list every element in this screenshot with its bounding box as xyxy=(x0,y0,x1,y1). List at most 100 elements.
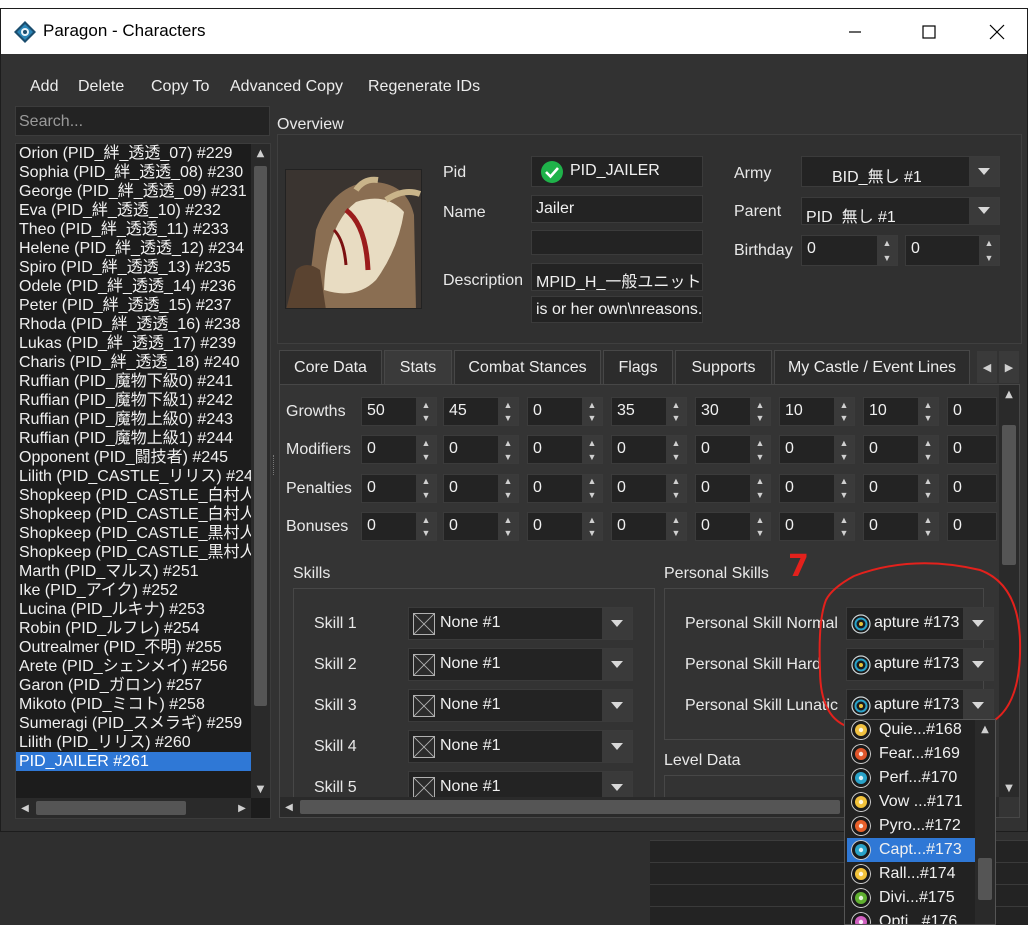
spin-down-icon[interactable]: ▼ xyxy=(416,412,436,426)
spin-up-icon[interactable]: ▲ xyxy=(498,436,518,450)
spin-down-icon[interactable]: ▼ xyxy=(498,450,518,464)
spin-down-icon[interactable]: ▼ xyxy=(834,488,854,502)
character-list-item[interactable]: Ruffian (PID_魔物上級0) #243 xyxy=(16,410,251,429)
skill-select[interactable]: None #1 xyxy=(408,607,633,640)
personal-skill-dropdown-list[interactable]: Quie...#168 Fear...#169 Perf...#170 Vow ...… xyxy=(844,719,996,925)
spin-up-icon[interactable]: ▲ xyxy=(834,513,854,527)
spin-up-icon[interactable]: ▲ xyxy=(877,236,897,251)
character-list-item[interactable]: Ruffian (PID_魔物下級0) #241 xyxy=(16,372,251,391)
spin-down-icon[interactable]: ▼ xyxy=(582,488,602,502)
dropdown-option[interactable]: Fear...#169 xyxy=(847,742,975,766)
spin-down-icon[interactable]: ▼ xyxy=(834,450,854,464)
title-bar[interactable]: Paragon - Characters xyxy=(1,9,1027,54)
spin-down-icon[interactable]: ▼ xyxy=(750,412,770,426)
character-list-item[interactable]: Orion (PID_絆_透透_07) #229 xyxy=(16,144,251,163)
spin-down-icon[interactable]: ▼ xyxy=(416,450,436,464)
spin-down-icon[interactable]: ▼ xyxy=(834,526,854,540)
spin-down-icon[interactable]: ▼ xyxy=(750,526,770,540)
dropdown-option[interactable]: Quie...#168 xyxy=(847,720,975,742)
delete-button[interactable]: Delete xyxy=(78,78,124,96)
dropdown-vscroll[interactable]: ▲ xyxy=(975,720,995,924)
skill-select[interactable]: None #1 xyxy=(408,689,633,722)
stat-spinbox[interactable]: 0 ▲ ▼ xyxy=(863,473,939,503)
character-list-item[interactable]: Helene (PID_絆_透透_12) #234 xyxy=(16,239,251,258)
spin-up-icon[interactable]: ▲ xyxy=(666,513,686,527)
chevron-down-icon[interactable] xyxy=(602,731,632,762)
spin-down-icon[interactable]: ▼ xyxy=(666,412,686,426)
character-list-item[interactable]: Lilith (PID_CASTLE_リリス) #246 xyxy=(16,467,251,486)
spin-up-icon[interactable]: ▲ xyxy=(666,398,686,412)
character-list-item[interactable]: Odele (PID_絆_透透_14) #236 xyxy=(16,277,251,296)
character-list-item[interactable]: Peter (PID_絆_透透_15) #237 xyxy=(16,296,251,315)
character-list-item[interactable]: Arete (PID_シェンメイ) #256 xyxy=(16,657,251,676)
spin-down-icon[interactable]: ▼ xyxy=(498,488,518,502)
spin-up-icon[interactable]: ▲ xyxy=(834,398,854,412)
tab-scroll-right-icon[interactable]: ▶ xyxy=(999,351,1019,383)
character-list-item[interactable]: Lilith (PID_リリス) #260 xyxy=(16,733,251,752)
spin-up-icon[interactable]: ▲ xyxy=(918,398,938,412)
description-field[interactable]: MPID_H_一般ユニット xyxy=(531,263,703,291)
character-list-item[interactable]: Rhoda (PID_絆_透透_16) #238 xyxy=(16,315,251,334)
scroll-left-arrow-icon[interactable]: ◀ xyxy=(16,798,34,818)
stat-spinbox[interactable]: 0 ▲ ▼ xyxy=(361,511,437,541)
scroll-right-arrow-icon[interactable]: ▶ xyxy=(233,798,251,818)
spin-up-icon[interactable]: ▲ xyxy=(918,513,938,527)
spin-up-icon[interactable]: ▲ xyxy=(666,436,686,450)
character-list-item[interactable]: PID_JAILER #261 xyxy=(16,752,251,771)
dropdown-option[interactable]: Capt...#173 xyxy=(847,838,975,862)
character-list-item[interactable]: Marth (PID_マルス) #251 xyxy=(16,562,251,581)
spin-up-icon[interactable]: ▲ xyxy=(498,513,518,527)
character-list-item[interactable]: Lukas (PID_絆_透透_17) #239 xyxy=(16,334,251,353)
hscroll-thumb[interactable] xyxy=(36,801,186,815)
add-button[interactable]: Add xyxy=(30,78,58,96)
dropdown-option[interactable]: Divi...#175 xyxy=(847,886,975,910)
character-list-item[interactable]: Outrealmer (PID_不明) #255 xyxy=(16,638,251,657)
stat-spinbox[interactable]: 0 ▲ ▼ xyxy=(695,511,771,541)
stat-spinbox[interactable]: 0 ▲ ▼ xyxy=(779,511,855,541)
character-list-item[interactable]: Ruffian (PID_魔物上級1) #244 xyxy=(16,429,251,448)
tab-stats[interactable]: Stats xyxy=(384,350,452,384)
spin-down-icon[interactable]: ▼ xyxy=(666,450,686,464)
stat-spinbox[interactable]: 0 ▲ ▼ xyxy=(863,435,939,465)
dropdown-option[interactable]: Perf...#170 xyxy=(847,766,975,790)
character-list-item[interactable]: Sophia (PID_絆_透透_08) #230 xyxy=(16,163,251,182)
character-list-item[interactable]: Mikoto (PID_ミコト) #258 xyxy=(16,695,251,714)
minimize-button[interactable] xyxy=(821,9,889,54)
character-list-item[interactable]: Theo (PID_絆_透透_11) #233 xyxy=(16,220,251,239)
stat-spinbox[interactable]: 0 xyxy=(947,473,997,503)
dropdown-option[interactable]: Pyro...#172 xyxy=(847,814,975,838)
spin-down-icon[interactable]: ▼ xyxy=(498,526,518,540)
scroll-left-arrow-icon[interactable]: ◀ xyxy=(280,797,298,817)
spin-up-icon[interactable]: ▲ xyxy=(979,236,999,251)
character-list-item[interactable]: Opponent (PID_闘技者) #245 xyxy=(16,448,251,467)
scroll-up-arrow-icon[interactable]: ▲ xyxy=(999,385,1019,403)
character-list-item[interactable]: Shopkeep (PID_CASTLE_黒村人 xyxy=(16,543,251,562)
stat-spinbox[interactable]: 0 xyxy=(947,511,997,541)
spin-down-icon[interactable]: ▼ xyxy=(877,251,897,266)
spin-down-icon[interactable]: ▼ xyxy=(918,450,938,464)
spin-up-icon[interactable]: ▲ xyxy=(918,475,938,489)
skill-select[interactable]: None #1 xyxy=(408,648,633,681)
spin-up-icon[interactable]: ▲ xyxy=(750,436,770,450)
stat-spinbox[interactable]: 0 ▲ ▼ xyxy=(695,435,771,465)
tab-flags[interactable]: Flags xyxy=(603,350,673,384)
close-button[interactable] xyxy=(963,9,1028,54)
scroll-thumb[interactable] xyxy=(978,858,992,900)
spin-up-icon[interactable]: ▲ xyxy=(750,398,770,412)
stat-spinbox[interactable]: 0 ▲ ▼ xyxy=(527,473,603,503)
tab-core-data[interactable]: Core Data xyxy=(279,350,382,384)
stat-spinbox[interactable]: 0 ▲ ▼ xyxy=(611,435,687,465)
stat-spinbox[interactable]: 0 xyxy=(947,435,997,465)
chevron-down-icon[interactable] xyxy=(602,649,632,680)
spin-down-icon[interactable]: ▼ xyxy=(979,251,999,266)
spin-down-icon[interactable]: ▼ xyxy=(582,450,602,464)
skill-select[interactable]: None #1 xyxy=(408,730,633,763)
stat-spinbox[interactable]: 0 ▲ ▼ xyxy=(695,473,771,503)
dropdown-option[interactable]: Rall...#174 xyxy=(847,862,975,886)
hscroll-thumb[interactable] xyxy=(300,800,840,814)
spin-up-icon[interactable]: ▲ xyxy=(582,513,602,527)
character-list-item[interactable]: Robin (PID_ルフレ) #254 xyxy=(16,619,251,638)
tab-scroll-left-icon[interactable]: ◀ xyxy=(977,351,997,383)
character-list-item[interactable]: Spiro (PID_絆_透透_13) #235 xyxy=(16,258,251,277)
search-input[interactable]: Search... xyxy=(15,106,270,136)
